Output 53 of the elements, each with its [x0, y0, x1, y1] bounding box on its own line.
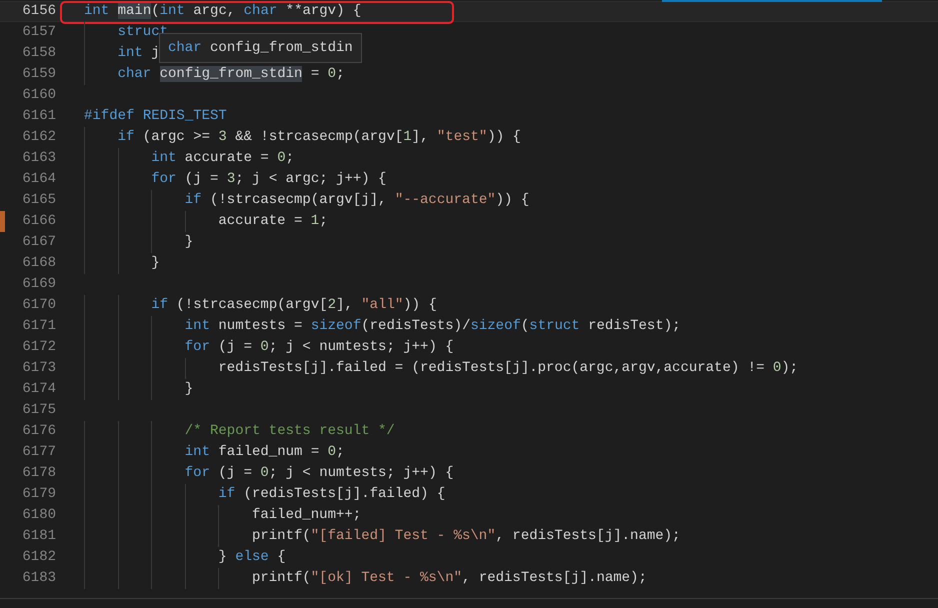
code-line: } else { — [218, 548, 286, 567]
line-number: 6166 — [21, 212, 56, 231]
line-number: 6178 — [21, 464, 56, 483]
code-line: int accurate = 0; — [151, 149, 294, 168]
line-number: 6183 — [21, 569, 56, 588]
line-number: 6180 — [21, 506, 56, 525]
line-number: 6159 — [21, 65, 56, 84]
line-number: 6164 — [21, 170, 56, 189]
code-line: if (argc >= 3 && !strcasecmp(argv[1], "test")) { — [118, 128, 521, 147]
line-number: 6169 — [21, 275, 56, 294]
line-number: 6168 — [21, 254, 56, 273]
code-line: for (j = 0; j < numtests; j++) { — [184, 464, 454, 483]
line-number: 6161 — [21, 107, 56, 126]
code-line: int numtests = sizeof(redisTests)/sizeof(struct redisTest); — [184, 317, 681, 336]
line-number: 6162 — [21, 128, 56, 147]
line-number: 6171 — [21, 317, 56, 336]
code-line: /* Report tests result */ — [184, 422, 395, 441]
code-line: int j — [118, 44, 160, 63]
code-line: int failed_num = 0; — [184, 443, 344, 462]
code-line: if (redisTests[j].failed) { — [218, 485, 446, 504]
line-number: 6157 — [21, 23, 56, 42]
line-number: 6182 — [21, 548, 56, 567]
code-line: } — [184, 380, 194, 399]
code-line: accurate = 1; — [218, 212, 328, 231]
line-number: 6177 — [21, 443, 56, 462]
code-line: printf("[ok] Test - %s\n", redisTests[j].name); — [252, 569, 647, 588]
hover-tooltip: char config_from_stdin — [159, 33, 362, 63]
line-number: 6167 — [21, 233, 56, 252]
line-number: 6174 — [21, 380, 56, 399]
line-number: 6165 — [21, 191, 56, 210]
line-number: 6179 — [21, 485, 56, 504]
code-line: printf("[failed] Test - %s\n", redisTests[j].name); — [252, 527, 680, 546]
code-line: if (!strcasecmp(argv[j], "--accurate")) { — [184, 191, 530, 210]
line-number: 6181 — [21, 527, 56, 546]
line-number: 6175 — [21, 401, 56, 420]
line-number: 6172 — [21, 338, 56, 357]
code-line: for (j = 3; j < argc; j++) { — [151, 170, 386, 189]
code-line: for (j = 0; j < numtests; j++) { — [184, 338, 454, 357]
code-line: if (!strcasecmp(argv[2], "all")) { — [151, 296, 437, 315]
code-line: } — [184, 233, 194, 252]
code-line: int main(int argc, char **argv) { — [84, 2, 362, 21]
line-number: 6176 — [21, 422, 56, 441]
line-number: 6158 — [21, 44, 56, 63]
code-line: char config_from_stdin = 0; — [118, 65, 344, 84]
code-line: redisTests[j].failed = (redisTests[j].proc(argc,argv,accurate) != 0); — [218, 359, 798, 378]
line-number: 6156 — [21, 2, 56, 21]
line-number: 6170 — [21, 296, 56, 315]
code-line: failed_num++; — [252, 506, 362, 525]
line-number: 6173 — [21, 359, 56, 378]
line-number: 6160 — [21, 86, 56, 105]
code-line: } — [151, 254, 160, 273]
code-line: #ifdef REDIS_TEST — [84, 107, 227, 126]
line-number: 6163 — [21, 149, 56, 168]
